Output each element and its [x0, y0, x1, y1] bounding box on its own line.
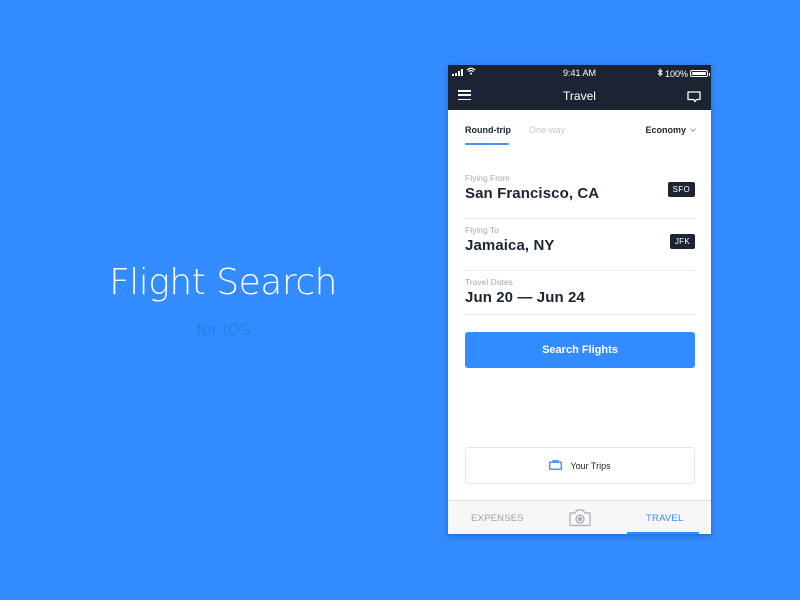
tab-expenses[interactable]: EXPENSES [471, 513, 524, 524]
flying-to-value: Jamaica, NY [465, 237, 555, 254]
your-trips-label: Your Trips [570, 460, 611, 471]
tab-travel[interactable]: TRAVEL [646, 513, 683, 524]
flying-from-code-badge: SFO [667, 182, 695, 197]
briefcase-icon [549, 459, 563, 472]
flying-to-code-badge: JFK [669, 234, 695, 249]
trip-type-tabs: Round-trip One-way Economy [448, 110, 711, 160]
chat-icon[interactable] [687, 90, 701, 103]
status-bar: 9:41 AM 100% [448, 65, 711, 81]
chevron-down-icon [690, 125, 696, 132]
flying-to-field[interactable]: Flying To Jamaica, NY JFK [465, 225, 695, 271]
hamburger-menu-icon[interactable] [458, 90, 471, 100]
travel-dates-field[interactable]: Travel Dates Jun 20 — Jun 24 [465, 277, 695, 315]
battery-label: 100% [664, 68, 688, 79]
flying-to-label: Flying To [465, 225, 499, 235]
cabin-class-dropdown[interactable]: Economy [645, 125, 696, 135]
bluetooth-icon [657, 68, 663, 79]
tab-round-trip[interactable]: Round-trip [465, 125, 511, 135]
nav-bar: Travel [448, 81, 711, 110]
active-tab-indicator [465, 143, 509, 145]
active-tab-indicator [627, 532, 699, 534]
hero-subtitle: for iOS [195, 320, 251, 339]
flying-from-label: Flying From [465, 173, 510, 183]
camera-icon[interactable] [568, 508, 592, 532]
page-title: Travel [563, 88, 596, 103]
phone-screen: 9:41 AM 100% Travel Round-trip One-way E… [448, 65, 711, 534]
flying-from-value: San Francisco, CA [465, 185, 600, 202]
hero-title: Flight Search [109, 262, 337, 303]
tab-one-way[interactable]: One-way [529, 125, 565, 135]
cabin-class-label: Economy [645, 125, 686, 135]
search-flights-button[interactable]: Search Flights [465, 332, 695, 368]
flying-from-field[interactable]: Flying From San Francisco, CA SFO [465, 173, 695, 219]
battery-icon [690, 70, 710, 77]
travel-dates-value: Jun 20 — Jun 24 [465, 289, 585, 306]
your-trips-button[interactable]: Your Trips [465, 447, 695, 484]
travel-dates-label: Travel Dates [465, 277, 513, 287]
bottom-tab-bar: EXPENSES TRAVEL [448, 500, 711, 534]
